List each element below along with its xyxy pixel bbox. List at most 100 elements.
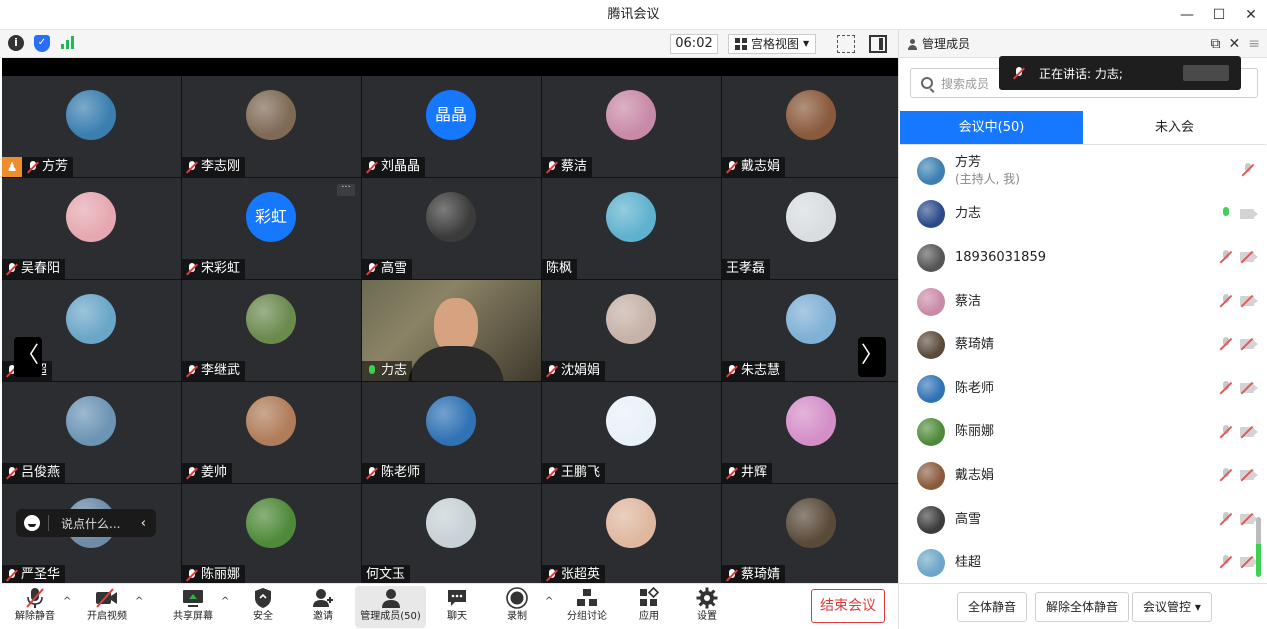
video-options-caret[interactable]: ^ — [135, 596, 143, 607]
chat-button[interactable]: 聊天 — [436, 586, 478, 628]
mic-muted-icon[interactable] — [1220, 380, 1232, 395]
mic-muted-icon[interactable] — [1220, 511, 1232, 526]
participant-name: 朱志慧 — [741, 363, 781, 378]
meeting-control-button[interactable]: 会议管控 ▾ — [1132, 592, 1212, 622]
panel-header-buttons: ⧉ ✕ ≡ — [1211, 30, 1267, 58]
apps-button[interactable]: 应用 — [628, 586, 670, 628]
audio-options-caret[interactable]: ^ — [63, 596, 71, 607]
video-tile[interactable]: 蔡洁 — [542, 76, 721, 177]
close-panel-icon[interactable]: ✕ — [1229, 36, 1241, 52]
video-tile[interactable]: 姜帅 — [182, 382, 361, 483]
security-shield-icon[interactable]: ✓ — [34, 35, 50, 52]
settings-button[interactable]: 设置 — [686, 586, 728, 628]
member-row[interactable]: 陈老师 — [899, 367, 1267, 411]
quick-chat-bar[interactable]: 说点什么... ‹ — [16, 509, 156, 537]
more-options-icon[interactable]: ··· — [337, 183, 355, 196]
unmute-all-button[interactable]: 解除全体静音 — [1035, 592, 1130, 622]
security-label: 安全 — [253, 611, 273, 622]
participant-name: 蔡洁 — [561, 159, 588, 174]
share-options-caret[interactable]: ^ — [221, 596, 229, 607]
member-list-scrollbar[interactable] — [1256, 517, 1261, 577]
video-tile[interactable]: 蔡琦婧 — [722, 484, 901, 585]
camera-off-icon[interactable] — [1240, 339, 1258, 350]
close-button[interactable]: ✕ — [1235, 0, 1267, 30]
member-row[interactable]: 蔡洁 — [899, 280, 1267, 324]
video-tile[interactable]: 彩虹 ··· 宋彩虹 — [182, 178, 361, 279]
member-row[interactable]: 18936031859 — [899, 236, 1267, 280]
video-tile[interactable]: 陈丽娜 — [182, 484, 361, 585]
mic-muted-icon[interactable] — [1220, 337, 1232, 351]
member-row[interactable]: 戴志娟 — [899, 454, 1267, 498]
prev-page-button[interactable]: 〈 — [14, 337, 42, 377]
mic-muted-icon[interactable] — [1220, 424, 1232, 439]
video-tile[interactable]: 王孝磊 — [722, 178, 901, 279]
video-tile[interactable]: 李志刚 — [182, 76, 361, 177]
video-tile[interactable]: 高雪 — [362, 178, 541, 279]
pop-out-icon[interactable]: ⧉ — [1211, 36, 1221, 52]
member-row[interactable]: 蔡琦婧 — [899, 323, 1267, 367]
mic-active-icon[interactable] — [1220, 206, 1232, 221]
camera-off-icon[interactable] — [1240, 557, 1258, 568]
member-row[interactable]: 陈丽娜 — [899, 411, 1267, 455]
mic-muted-icon[interactable] — [1220, 293, 1232, 308]
video-tile[interactable]: 井辉 — [722, 382, 901, 483]
camera-off-icon[interactable] — [1240, 426, 1258, 437]
video-tile[interactable]: 吕俊燕 — [2, 382, 181, 483]
emoji-icon[interactable] — [24, 515, 40, 531]
start-video-button[interactable]: 开启视频 — [82, 586, 132, 628]
meeting-timer[interactable]: 06:02 — [670, 34, 718, 54]
mic-muted-icon[interactable] — [1220, 250, 1232, 264]
tab-not-joined[interactable]: 未入会 — [1083, 111, 1266, 144]
camera-off-icon[interactable] — [1240, 295, 1258, 306]
share-screen-button[interactable]: 共享屏幕 — [168, 586, 218, 628]
unmute-button[interactable]: 解除静音 — [10, 586, 60, 628]
video-tile[interactable]: 何文玉 — [362, 484, 541, 585]
video-tile[interactable]: 李继武 — [182, 280, 361, 381]
camera-icon[interactable] — [1240, 208, 1258, 219]
breakout-label: 分组讨论 — [567, 611, 607, 622]
chat-input-placeholder[interactable]: 说点什么... — [61, 515, 120, 532]
record-button[interactable]: 录制 — [496, 586, 538, 628]
mic-muted-icon[interactable] — [1220, 555, 1232, 569]
info-icon[interactable]: i — [8, 35, 24, 51]
video-tile[interactable]: ♟ 方芳 — [2, 76, 181, 177]
participant-name: 高雪 — [381, 261, 408, 276]
video-tile[interactable]: 力志 — [362, 280, 541, 381]
mic-muted-icon[interactable] — [1220, 468, 1232, 482]
video-tile[interactable]: 吴春阳 — [2, 178, 181, 279]
fullscreen-icon[interactable] — [837, 35, 855, 53]
maximize-button[interactable]: ☐ — [1203, 0, 1235, 30]
camera-off-icon[interactable] — [1240, 252, 1258, 263]
video-tile[interactable]: 戴志娟 — [722, 76, 901, 177]
view-mode-button[interactable]: 宫格视图 ▼ — [728, 34, 817, 54]
video-tile[interactable]: 王鹏飞 — [542, 382, 721, 483]
collapse-chat-icon[interactable]: ‹ — [141, 516, 146, 531]
mute-all-button[interactable]: 全体静音 — [957, 592, 1028, 622]
record-options-caret[interactable]: ^ — [545, 596, 553, 607]
member-row[interactable]: 桂超 — [899, 541, 1267, 582]
manage-members-button[interactable]: 管理成员(50) — [355, 586, 426, 628]
camera-off-icon[interactable] — [1240, 470, 1258, 481]
camera-off-icon[interactable] — [1240, 513, 1258, 524]
side-panel-toggle-icon[interactable] — [869, 35, 887, 53]
avatar — [917, 505, 945, 534]
camera-off-icon[interactable] — [1240, 382, 1258, 393]
video-tile[interactable]: 张超英 — [542, 484, 721, 585]
minimize-button[interactable]: — — [1171, 0, 1203, 30]
member-row[interactable]: 方芳 (主持人, 我) — [899, 149, 1267, 193]
menu-icon[interactable]: ≡ — [1248, 36, 1260, 52]
invite-button[interactable]: 邀请 — [302, 586, 344, 628]
end-meeting-button[interactable]: 结束会议 — [811, 589, 885, 623]
breakout-button[interactable]: 分组讨论 — [562, 586, 612, 628]
video-tile[interactable]: 沈娟娟 — [542, 280, 721, 381]
security-button[interactable]: 安全 — [242, 586, 284, 628]
member-row[interactable]: 高雪 — [899, 498, 1267, 542]
member-row[interactable]: 力志 — [899, 193, 1267, 237]
tab-in-meeting[interactable]: 会议中(50) — [900, 111, 1083, 144]
video-tile[interactable]: 陈老师 — [362, 382, 541, 483]
mic-muted-icon[interactable] — [1242, 163, 1254, 177]
next-page-button[interactable]: 〉 — [858, 337, 886, 377]
video-tile[interactable]: 陈枫 — [542, 178, 721, 279]
signal-icon[interactable] — [60, 35, 76, 51]
video-tile[interactable]: 晶晶 刘晶晶 — [362, 76, 541, 177]
